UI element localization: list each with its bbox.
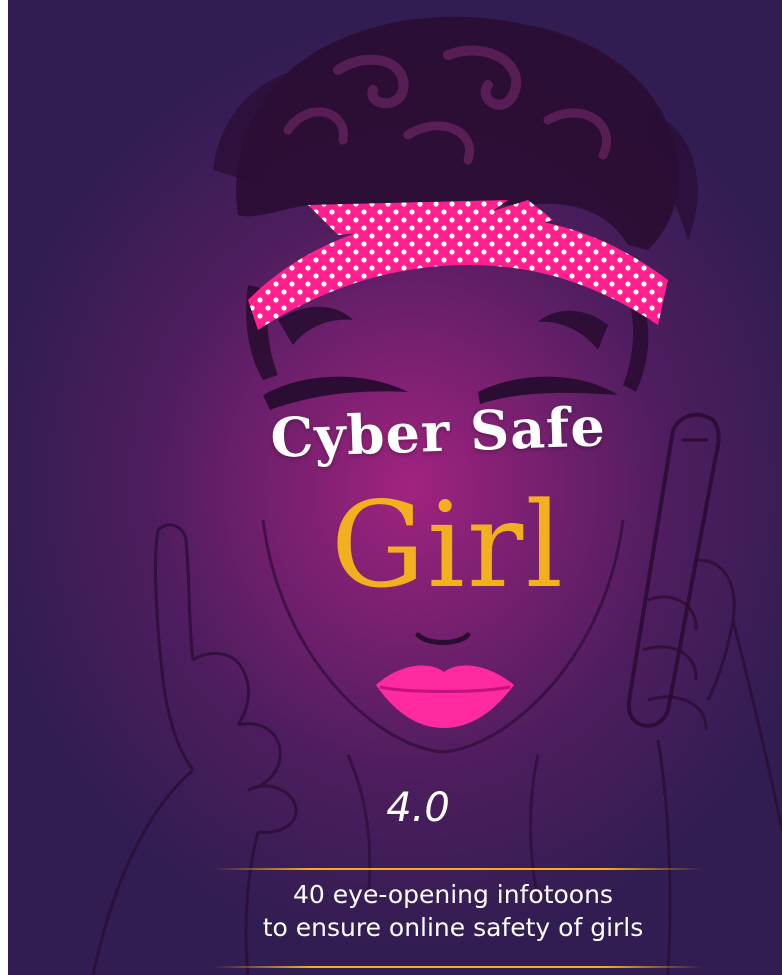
page: Cyber Safe Girl 4.0 40 eye-opening infot… — [0, 0, 782, 975]
smartphone-icon — [626, 412, 721, 728]
lips — [376, 665, 514, 728]
tagline-line-1: 40 eye-opening infotoons — [293, 880, 613, 909]
edition-version: 4.0 — [386, 785, 450, 831]
book-cover: Cyber Safe Girl 4.0 40 eye-opening infot… — [8, 0, 782, 975]
bottom-divider — [213, 966, 703, 968]
nose — [415, 632, 471, 645]
top-divider — [213, 868, 703, 870]
title-girl: Girl — [330, 476, 566, 614]
tagline-line-2: to ensure online safety of girls — [262, 913, 644, 942]
tagline: 40 eye-opening infotoons to ensure onlin… — [188, 878, 718, 944]
